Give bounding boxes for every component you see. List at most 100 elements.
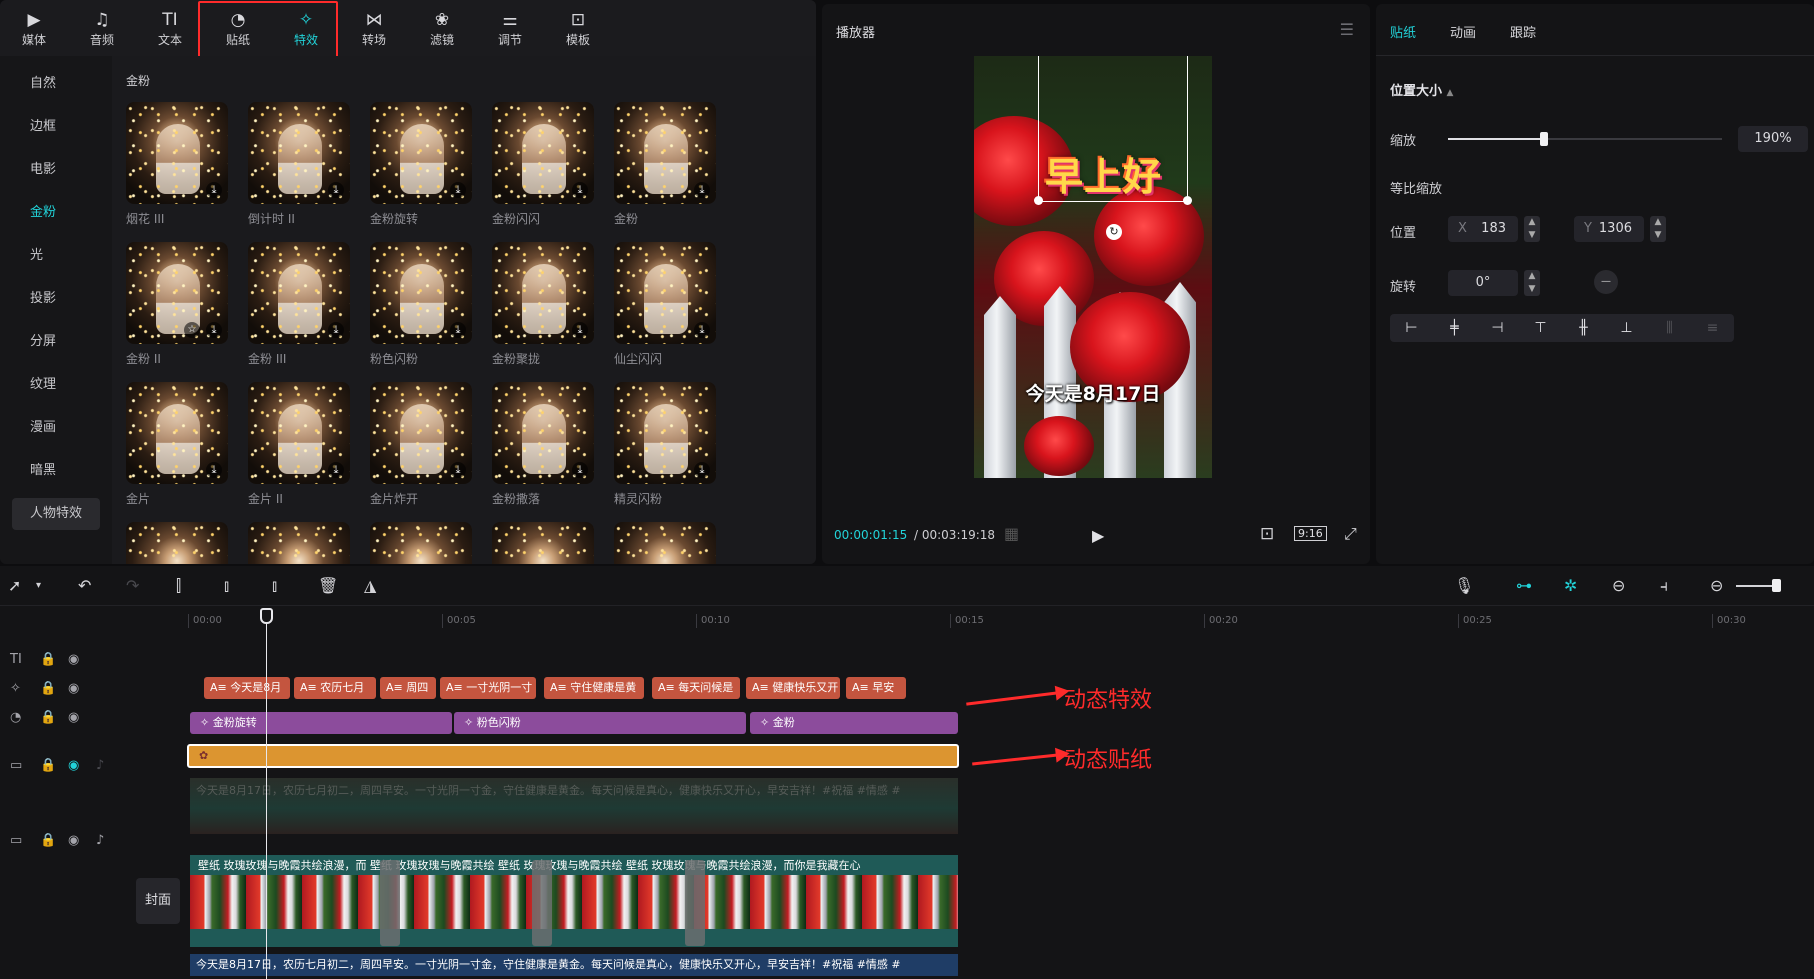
favorite-icon[interactable]: ☆ (184, 322, 200, 338)
tab-2[interactable]: 跟踪 (1510, 22, 1536, 41)
category-item[interactable]: 分屏 (0, 320, 112, 363)
effect-item[interactable]: ⤓ 金粉聚拢 (492, 242, 594, 367)
download-icon[interactable]: ⤓ (694, 322, 710, 338)
redo-icon[interactable]: ↷ (126, 576, 139, 595)
text-clip[interactable]: A≡ 早安 (846, 677, 906, 699)
download-icon[interactable]: ⤓ (206, 182, 222, 198)
lock-icon[interactable]: 🔒 (40, 681, 56, 696)
effect-thumbnail[interactable]: ⤓ (614, 242, 716, 344)
text-clip[interactable]: A≡ 周四 (380, 677, 436, 699)
zoom-out-icon[interactable]: ⊖ (1710, 576, 1723, 595)
menu-icon[interactable]: ☰ (1340, 20, 1354, 39)
category-item[interactable]: 暗黑 (0, 449, 112, 492)
effect-item[interactable]: ⤓ 粉色闪粉 (370, 242, 472, 367)
effect-item[interactable]: ⤓ 金粉 III (248, 242, 350, 367)
text-clip[interactable]: A≡ 一寸光阴一寸 (440, 677, 536, 699)
tool-transition[interactable]: ⋈ 转场 (340, 0, 408, 56)
trim-left-icon[interactable]: ⫾ (224, 576, 229, 596)
effect-thumbnail[interactable]: ⤓ (492, 102, 594, 204)
effect-item[interactable]: ⤓ 金粉 (614, 102, 716, 227)
effect-item[interactable]: ☆ ⤓ 金粉 II (126, 242, 228, 367)
effect-thumbnail[interactable]: ⤓ (126, 382, 228, 484)
effect-clip[interactable]: ✧ 金粉 (750, 712, 958, 734)
effect-thumbnail[interactable] (370, 522, 472, 564)
lock-icon[interactable]: 🔒 (40, 710, 56, 725)
effect-item[interactable]: ⤓ 烟花 III (126, 102, 228, 227)
effect-item[interactable]: ⤓ 金粉闪闪 (492, 102, 594, 227)
effect-clip[interactable]: ✧ 金粉旋转 (190, 712, 452, 734)
sticker-greeting[interactable]: 早上好 (1045, 146, 1162, 201)
align-left-icon[interactable]: ⊢ (1390, 314, 1433, 342)
effect-thumbnail[interactable]: ⤓ (492, 242, 594, 344)
tool-template[interactable]: ⊡ 模板 (544, 0, 612, 56)
align-top-icon[interactable]: ⊤ (1519, 314, 1562, 342)
download-icon[interactable]: ⤓ (328, 462, 344, 478)
effect-item[interactable]: ⤓ 倒计时 II (248, 102, 350, 227)
cover-button[interactable]: 封面 (136, 878, 180, 924)
align-bottom-icon[interactable]: ⊥ (1605, 314, 1648, 342)
effect-item[interactable]: ⤓ 仙尘闪闪 (614, 242, 716, 367)
effect-item-partial[interactable] (492, 522, 594, 564)
eye-icon[interactable]: ◉ (68, 681, 79, 696)
effect-thumbnail[interactable]: ⤓ (370, 382, 472, 484)
play-icon[interactable]: ▶ (1092, 526, 1104, 545)
effect-item-partial[interactable] (370, 522, 472, 564)
download-icon[interactable]: ⤓ (572, 322, 588, 338)
category-item[interactable]: 自然 (0, 62, 112, 105)
category-item[interactable]: 电影 (0, 148, 112, 191)
align-center-h-icon[interactable]: ╪ (1433, 314, 1476, 342)
effect-thumbnail[interactable]: ⤓ (126, 102, 228, 204)
effect-thumbnail[interactable]: ⤓ (248, 242, 350, 344)
effect-thumbnail[interactable] (492, 522, 594, 564)
scale-input[interactable]: 190% (1738, 126, 1808, 152)
download-icon[interactable]: ⤓ (572, 462, 588, 478)
audio-icon[interactable]: ♪ (96, 833, 104, 848)
download-icon[interactable]: ⤓ (328, 322, 344, 338)
effect-thumbnail[interactable]: ⤓ (614, 102, 716, 204)
text-clip[interactable]: A≡ 农历七月 (294, 677, 376, 699)
tool-adjust[interactable]: ⚌ 调节 (476, 0, 544, 56)
lock-icon[interactable]: 🔒 (40, 652, 56, 667)
tab-1[interactable]: 动画 (1450, 22, 1476, 41)
category-item[interactable]: 金粉 (0, 191, 112, 234)
position-x-input[interactable]: X 183 (1448, 216, 1518, 242)
align-center-v-icon[interactable]: ╫ (1562, 314, 1605, 342)
rotation-input[interactable]: 0° (1448, 270, 1518, 296)
effect-thumbnail[interactable]: ⤓ (614, 382, 716, 484)
link-icon[interactable]: ⊖ (1612, 576, 1625, 595)
effect-thumbnail[interactable]: ⤓ (370, 102, 472, 204)
sticker-clip[interactable]: ✿ (187, 744, 959, 768)
playhead-handle[interactable] (260, 608, 273, 624)
text-clip[interactable]: A≡ 守住健康是黄 (544, 677, 644, 699)
rotate-icon[interactable]: ↻ (1106, 224, 1122, 240)
category-item[interactable]: 漫画 (0, 406, 112, 449)
effect-thumbnail[interactable] (126, 522, 228, 564)
y-stepper[interactable]: ▲ ▼ (1650, 216, 1666, 242)
resize-handle[interactable] (1034, 196, 1043, 205)
download-icon[interactable]: ⤓ (450, 182, 466, 198)
effect-thumbnail[interactable]: ⤓ (248, 382, 350, 484)
rotation-stepper[interactable]: ▲ ▼ (1524, 270, 1540, 296)
fit-icon[interactable]: ⊡ (1260, 524, 1274, 544)
scale-slider-knob[interactable] (1539, 132, 1548, 146)
section-position-size[interactable]: 位置大小 ▲ (1390, 80, 1453, 99)
download-icon[interactable]: ⤓ (450, 322, 466, 338)
eye-icon[interactable]: ◉ (68, 652, 79, 667)
preview-axis-icon[interactable]: ⫞ (1660, 576, 1668, 596)
undo-icon[interactable]: ↶ (78, 576, 91, 595)
playhead[interactable] (266, 608, 267, 979)
tool-filter[interactable]: ❀ 滤镜 (408, 0, 476, 56)
effect-item[interactable]: ⤓ 金片炸开 (370, 382, 472, 507)
effect-item-partial[interactable] (614, 522, 716, 564)
download-icon[interactable]: ⤓ (450, 462, 466, 478)
transition-marker[interactable] (380, 860, 400, 946)
effect-clip[interactable]: ✧ 粉色闪粉 (454, 712, 746, 734)
transition-marker[interactable] (685, 860, 705, 946)
effect-thumbnail[interactable]: ⤓ (370, 242, 472, 344)
fullscreen-icon[interactable]: ⤢ (1344, 524, 1357, 544)
subtitle-clip[interactable]: 今天是8月17日，农历七月初二，周四早安。一寸光阴一寸金，守住健康是黄金。每天问… (190, 954, 958, 976)
eye-icon[interactable]: ◉ (68, 710, 79, 725)
tool-media[interactable]: ▶ 媒体 (0, 0, 68, 56)
download-icon[interactable]: ⤓ (694, 462, 710, 478)
grid-icon[interactable]: ▦ (1004, 524, 1019, 543)
